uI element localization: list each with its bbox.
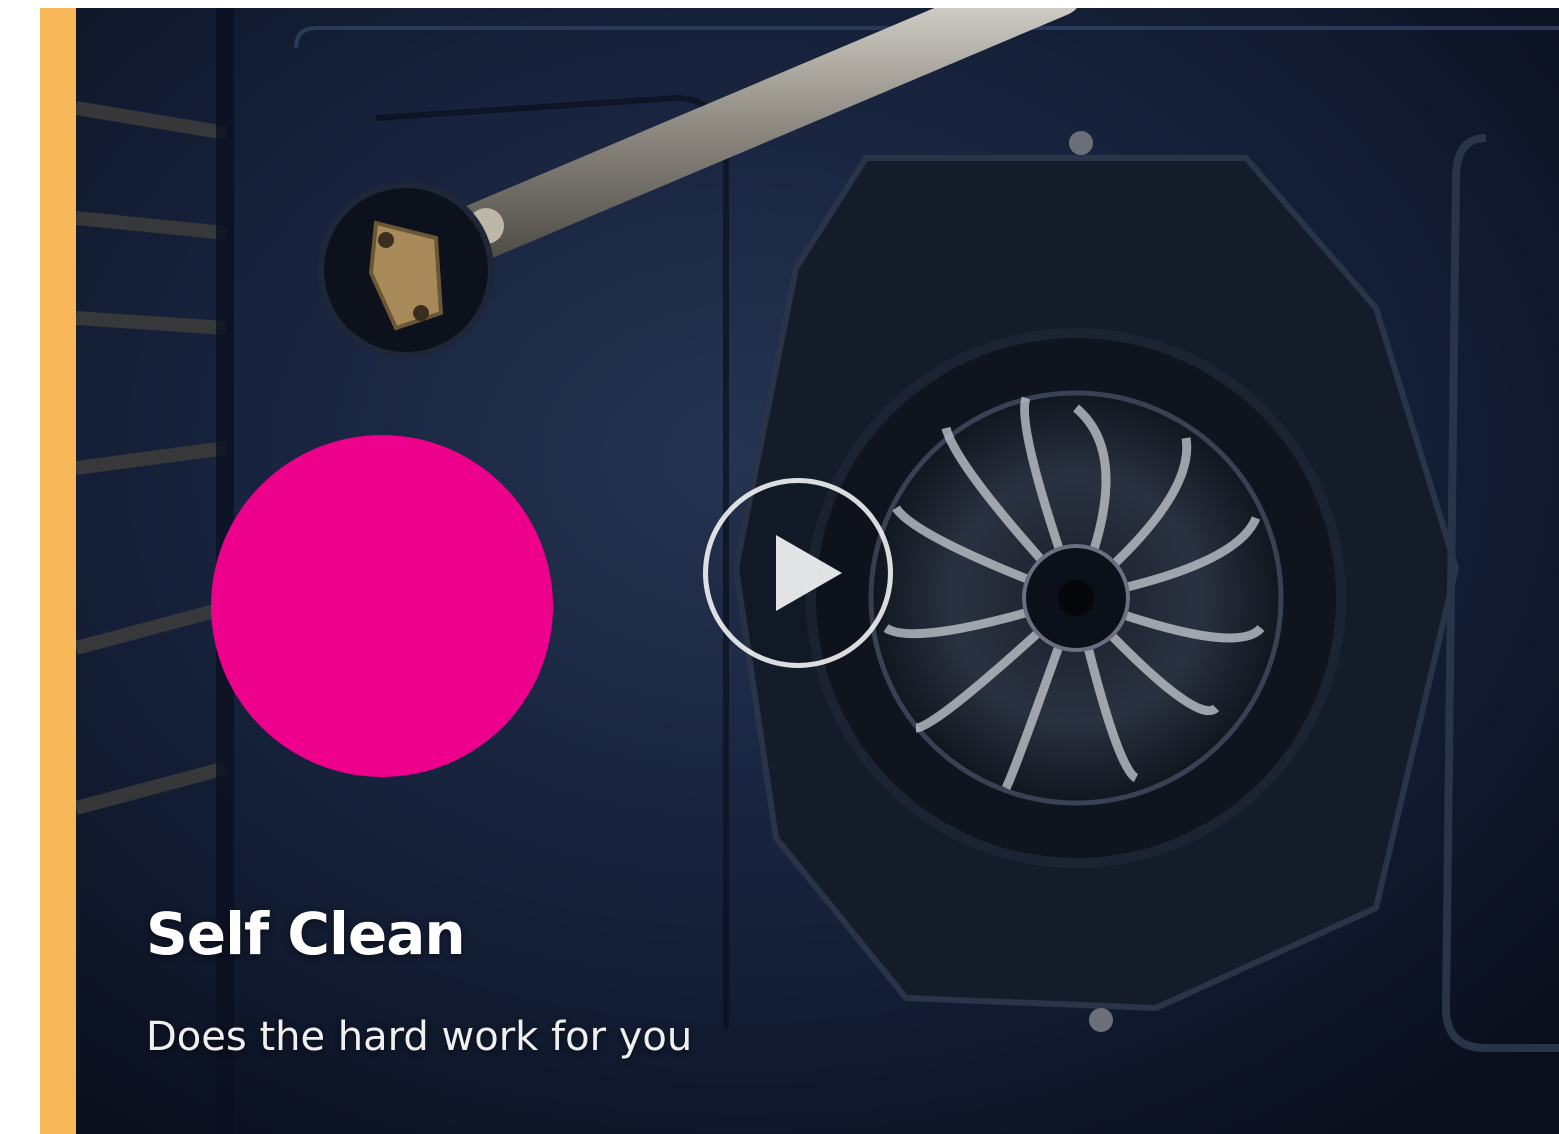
page: Self Clean Does the hard work for you <box>0 0 1559 1134</box>
accent-bar <box>40 8 76 1134</box>
pink-marker-dot <box>211 435 553 777</box>
video-card[interactable]: Self Clean Does the hard work for you <box>76 8 1559 1134</box>
hero-title: Self Clean <box>146 900 466 968</box>
play-icon <box>776 535 842 611</box>
hero-subtitle: Does the hard work for you <box>146 1014 693 1060</box>
play-button[interactable] <box>703 478 893 668</box>
